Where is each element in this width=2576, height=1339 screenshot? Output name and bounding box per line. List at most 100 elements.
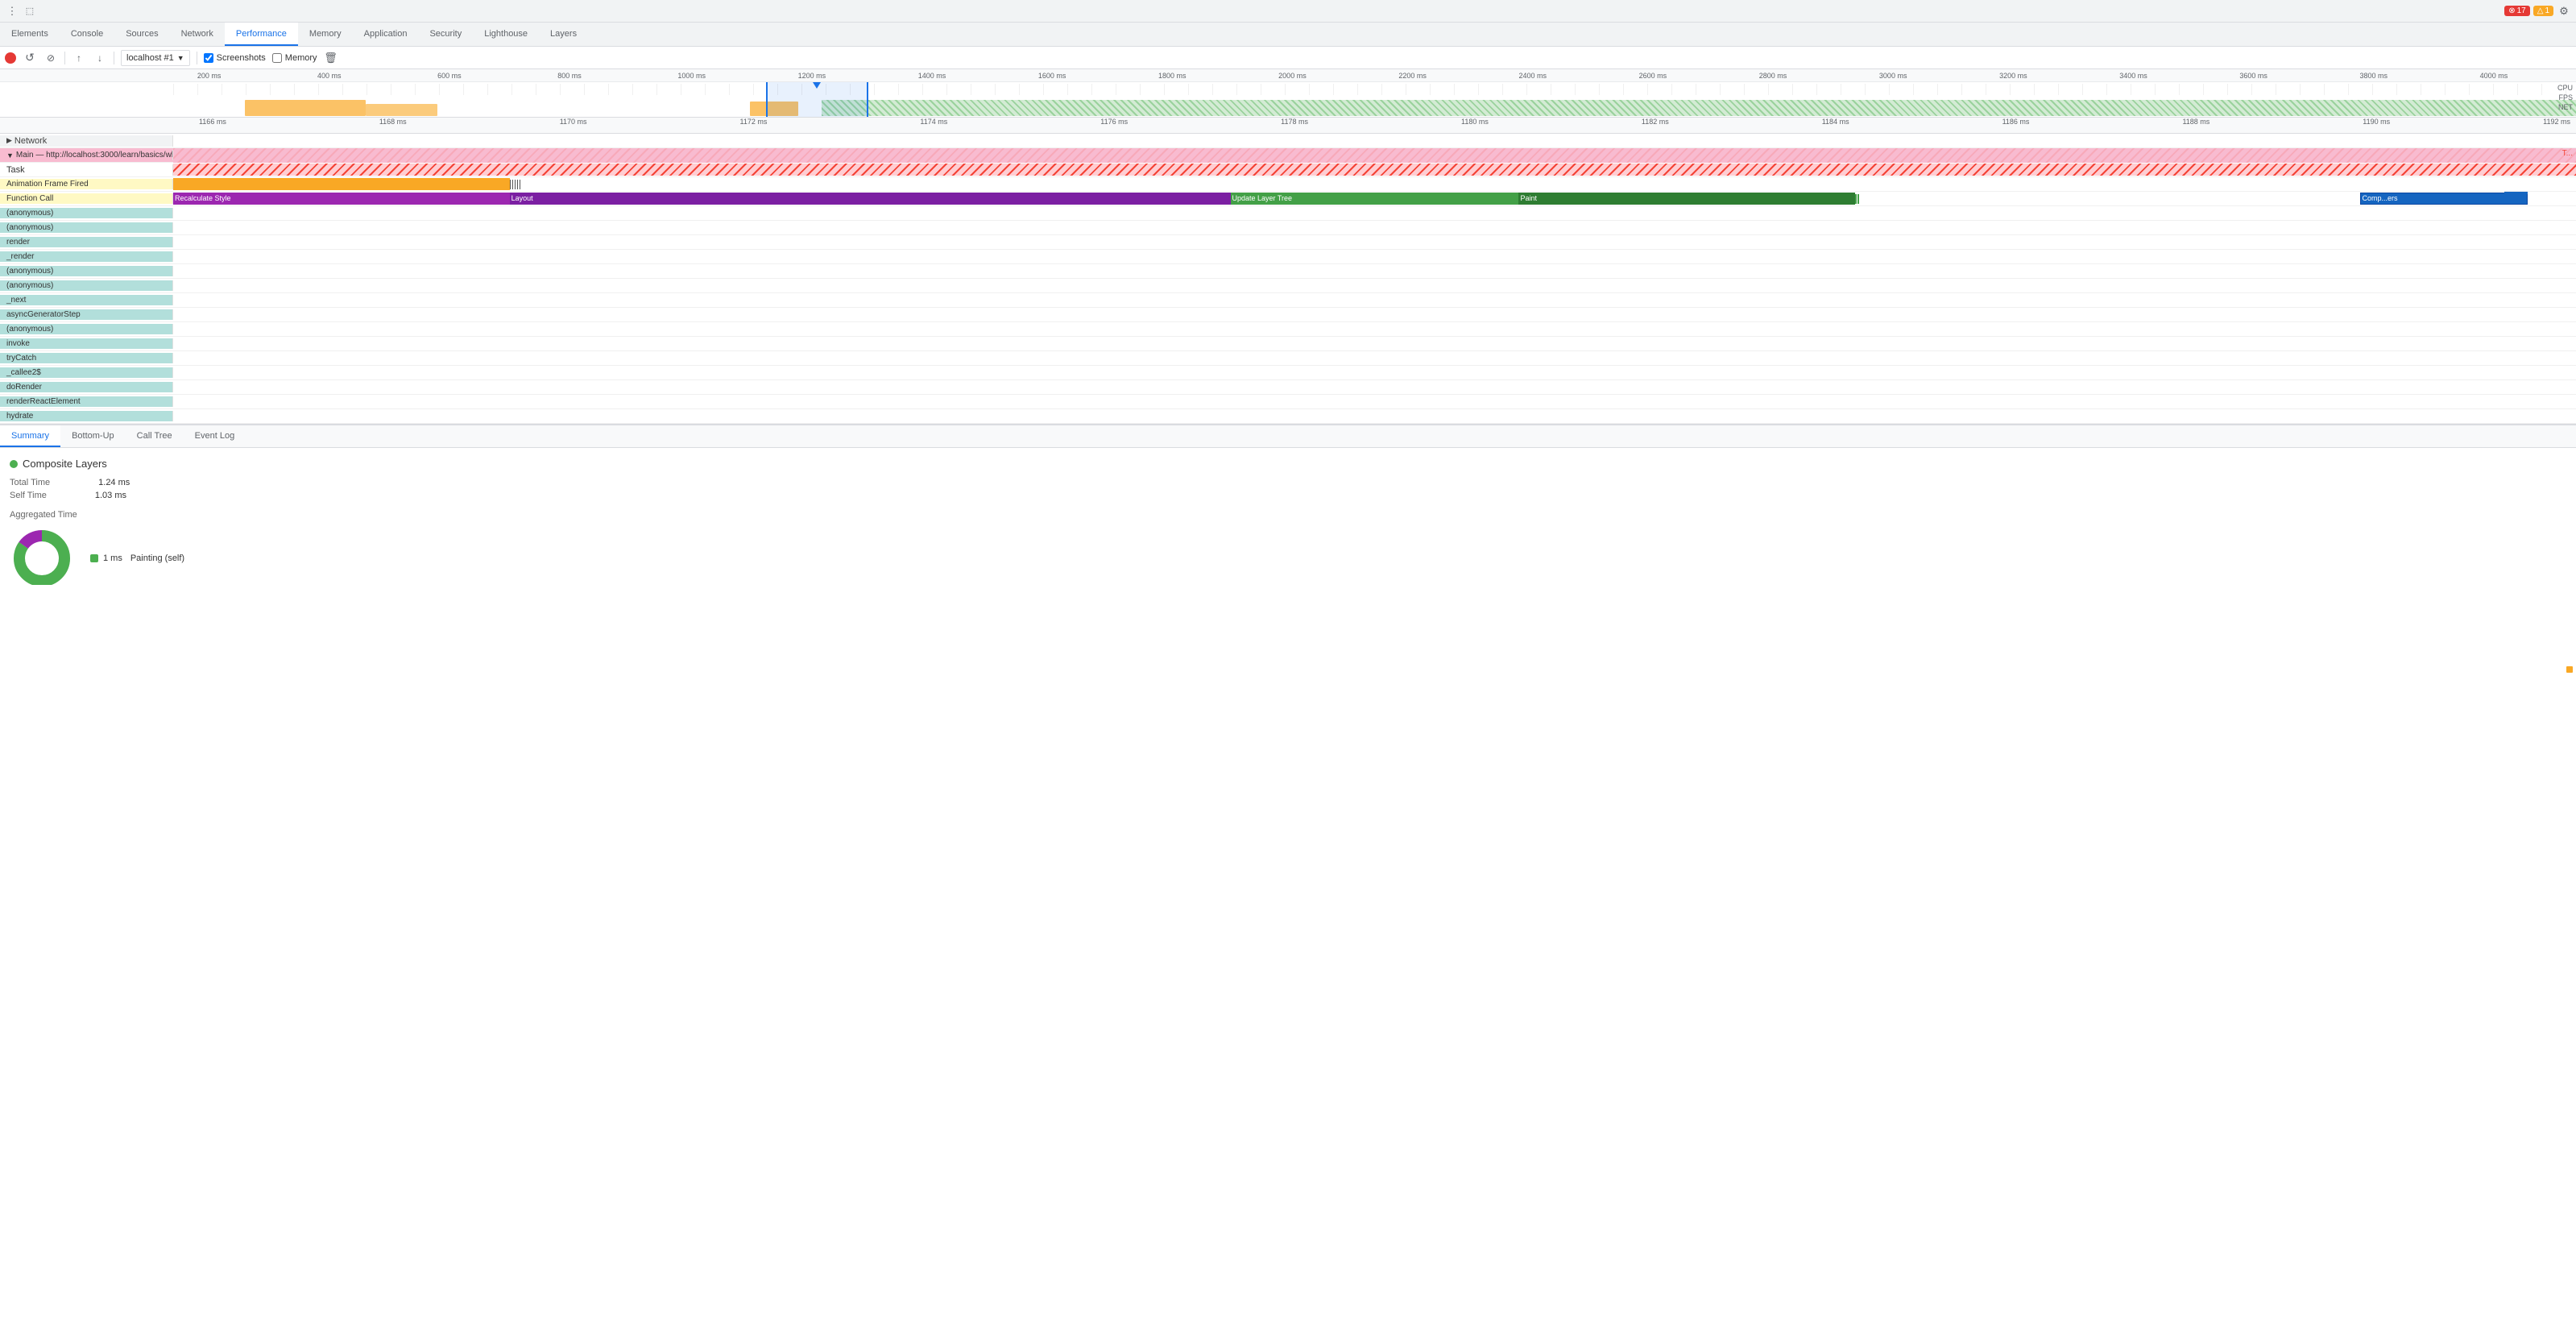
summary-dot (10, 460, 18, 468)
tab-elements[interactable]: Elements (0, 23, 60, 46)
tick-1400: 1400 ms (918, 72, 946, 80)
animation-frame-content (173, 177, 2576, 192)
call-content-4 (173, 264, 2576, 279)
reload-record-button[interactable]: ↺ (23, 51, 37, 65)
target-label: localhost #1 (126, 53, 174, 63)
tick-600: 600 ms (437, 72, 462, 80)
network-collapse-arrow[interactable]: ▶ (6, 136, 12, 145)
call-content-6 (173, 293, 2576, 308)
summary-title-text: Composite Layers (23, 458, 107, 470)
tab-bottom-up[interactable]: Bottom-Up (60, 425, 126, 447)
dtick-1180: 1180 ms (1461, 118, 1489, 126)
inspect-icon[interactable]: ⬚ (23, 4, 37, 19)
target-selector[interactable]: localhost #1 ▼ (121, 50, 190, 66)
call-content-2 (173, 235, 2576, 250)
memory-checkbox-group[interactable]: Memory (272, 53, 317, 63)
function-call-text: Function Call (6, 194, 53, 203)
tick-200: 200 ms (197, 72, 222, 80)
tick-400: 400 ms (317, 72, 342, 80)
paint-bar[interactable]: Paint (1518, 193, 1855, 205)
trash-button[interactable]: 🗑 (324, 51, 338, 65)
call-stack-area: (anonymous)(anonymous)render_render(anon… (0, 206, 2576, 424)
paint-ticks (1855, 194, 1859, 204)
animation-frame-row: Animation Frame Fired (0, 177, 2576, 192)
tab-sources[interactable]: Sources (114, 23, 169, 46)
dtick-1186: 1186 ms (2002, 118, 2030, 126)
tick-1000: 1000 ms (677, 72, 706, 80)
dtick-1176: 1176 ms (1100, 118, 1128, 126)
record-button[interactable] (5, 52, 16, 64)
call-content-14 (173, 409, 2576, 424)
composite-bar[interactable]: Comp...ers (2360, 193, 2528, 205)
tab-event-log[interactable]: Event Log (184, 425, 246, 447)
timeline-overview[interactable]: 200 ms 400 ms 600 ms 800 ms 1000 ms 1200… (0, 69, 2576, 118)
aggregated-title: Aggregated Time (10, 510, 2566, 520)
layout-bar[interactable]: Layout (510, 193, 1231, 205)
target-dropdown-icon: ▼ (177, 54, 184, 62)
tick-2600: 2600 ms (1639, 72, 1667, 80)
network-track-label[interactable]: ▶ Network (0, 135, 173, 147)
main-track-label[interactable]: ▼ Main — http://localhost:3000/learn/bas… (0, 150, 173, 160)
bottom-panel: Summary Bottom-Up Call Tree Event Log Co… (0, 424, 2576, 585)
dtick-1172: 1172 ms (740, 118, 768, 126)
recalculate-style-bar[interactable]: Recalculate Style (173, 193, 510, 205)
tab-network[interactable]: Network (170, 23, 225, 46)
main-collapse-arrow[interactable]: ▼ (6, 151, 14, 160)
net-label: NET (2558, 103, 2573, 111)
donut-area: 1 ms Painting (self) (10, 526, 2566, 585)
call-content-11 (173, 366, 2576, 380)
legend-painting-label: Painting (self) (130, 553, 184, 563)
total-time-value: 1.24 ms (98, 478, 130, 487)
network-track-row: ▶ Network (0, 134, 2576, 148)
tab-application[interactable]: Application (353, 23, 419, 46)
aggregated-section: Aggregated Time 1 ms Painting (sel (10, 510, 2566, 585)
screenshots-checkbox-group[interactable]: Screenshots (204, 53, 266, 63)
dtick-1168: 1168 ms (379, 118, 407, 126)
call-row-11: _callee2$ (0, 366, 2576, 380)
donut-chart (10, 526, 74, 585)
timeline-selection[interactable] (766, 82, 869, 118)
bottom-content: Composite Layers Total Time 1.24 ms Self… (0, 448, 2576, 585)
tick-1200: 1200 ms (798, 72, 826, 80)
tab-memory[interactable]: Memory (298, 23, 353, 46)
clear-button[interactable]: ⊘ (43, 51, 58, 65)
task-bar-hatched[interactable] (173, 164, 2576, 176)
call-label-6: _next (0, 295, 173, 305)
update-layer-tree-bar[interactable]: Update Layer Tree (1231, 193, 1519, 205)
summary-title: Composite Layers (10, 458, 2566, 470)
call-label-13: renderReactElement (0, 396, 173, 407)
call-label-10: tryCatch (0, 353, 173, 363)
tick-4000: 4000 ms (2480, 72, 2508, 80)
tick-800: 800 ms (557, 72, 582, 80)
tab-performance[interactable]: Performance (225, 23, 298, 46)
tab-summary[interactable]: Summary (0, 425, 60, 447)
tab-bar: Elements Console Sources Network Perform… (0, 23, 2576, 47)
tab-call-tree[interactable]: Call Tree (126, 425, 184, 447)
call-label-8: (anonymous) (0, 324, 173, 334)
legend-dot-painting (90, 554, 98, 562)
tick-1600: 1600 ms (1038, 72, 1066, 80)
function-call-label: Function Call (0, 193, 173, 204)
legend-painting: 1 ms Painting (self) (90, 553, 184, 563)
screenshots-checkbox[interactable] (204, 53, 213, 63)
settings-icon[interactable]: ⚙ (2557, 4, 2571, 19)
tab-security[interactable]: Security (418, 23, 473, 46)
tab-console[interactable]: Console (60, 23, 114, 46)
devtools-menu-icon[interactable]: ⋮ (5, 4, 19, 19)
main-track-header: ▼ Main — http://localhost:3000/learn/bas… (0, 148, 2576, 163)
call-content-13 (173, 395, 2576, 409)
download-button[interactable]: ↓ (93, 51, 107, 65)
animation-frame-bar[interactable] (173, 178, 510, 190)
upload-button[interactable]: ↑ (72, 51, 86, 65)
tick-3600: 3600 ms (2239, 72, 2267, 80)
call-row-0: (anonymous) (0, 206, 2576, 221)
tick-3000: 3000 ms (1879, 72, 1907, 80)
call-label-1: (anonymous) (0, 222, 173, 233)
memory-checkbox[interactable] (272, 53, 282, 63)
tick-3400: 3400 ms (2119, 72, 2147, 80)
call-row-14: hydrate (0, 409, 2576, 424)
tab-lighthouse[interactable]: Lighthouse (473, 23, 539, 46)
dtick-1166: 1166 ms (199, 118, 226, 126)
legend-1ms-label: 1 ms (103, 553, 122, 563)
tab-layers[interactable]: Layers (539, 23, 588, 46)
